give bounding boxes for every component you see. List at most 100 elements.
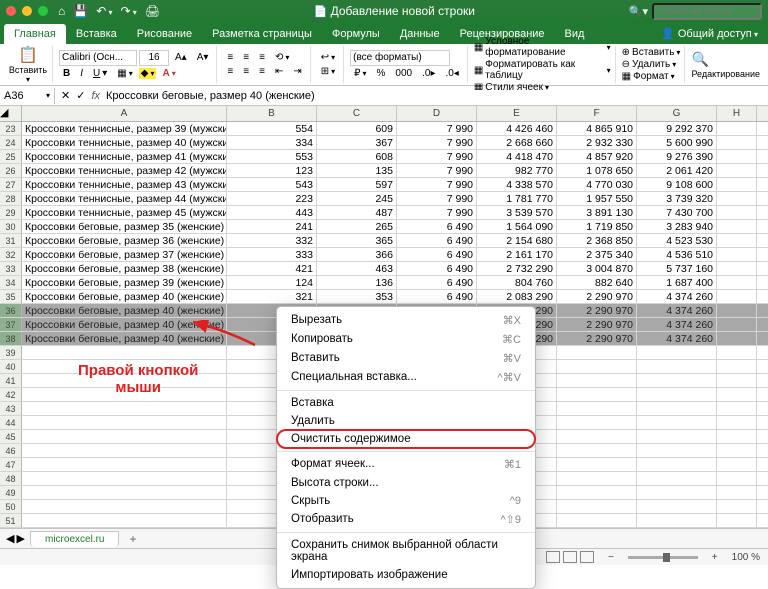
cell[interactable]: 353	[317, 290, 397, 303]
cell[interactable]: 7 990	[397, 192, 477, 205]
cell[interactable]	[637, 500, 717, 513]
cell[interactable]: Кроссовки беговые, размер 40 (женские)	[22, 304, 227, 317]
tab-вставка[interactable]: Вставка	[66, 24, 127, 44]
cell[interactable]: Кроссовки теннисные, размер 42 (мужские)	[22, 164, 227, 177]
cell[interactable]	[717, 304, 757, 317]
cell[interactable]: 4 374 260	[637, 332, 717, 345]
cell[interactable]	[637, 486, 717, 499]
menu-item[interactable]: Вставить⌘V	[277, 349, 535, 368]
table-row[interactable]: 35 Кроссовки беговые, размер 40 (женские…	[0, 290, 768, 304]
row-header[interactable]: 24	[0, 136, 22, 149]
bold-button[interactable]: B	[59, 67, 74, 80]
fx-icon[interactable]: fx	[91, 90, 100, 102]
table-row[interactable]: 32 Кроссовки беговые, размер 37 (женские…	[0, 248, 768, 262]
table-row[interactable]: 28 Кроссовки теннисные, размер 44 (мужск…	[0, 192, 768, 206]
cell[interactable]	[637, 472, 717, 485]
merge-cells-icon[interactable]: ⊞	[317, 65, 339, 78]
cell[interactable]	[22, 444, 227, 457]
menu-item[interactable]: Высота строки...	[277, 474, 535, 492]
cell[interactable]: 1 687 400	[637, 276, 717, 289]
menu-item[interactable]: Импортировать изображение	[277, 566, 535, 584]
cell[interactable]: 2 290 970	[557, 304, 637, 317]
cell[interactable]: 321	[227, 290, 317, 303]
confirm-icon[interactable]: ✓	[76, 89, 85, 102]
decrease-decimal-icon[interactable]: .0◂	[441, 67, 462, 80]
row-header[interactable]: 33	[0, 262, 22, 275]
cell[interactable]: 245	[317, 192, 397, 205]
zoom-in-icon[interactable]: +	[712, 552, 718, 563]
cell[interactable]: 4 857 920	[557, 150, 637, 163]
decrease-font-icon[interactable]: A▾	[193, 51, 213, 64]
cell[interactable]: 2 368 850	[557, 234, 637, 247]
cell[interactable]	[557, 346, 637, 359]
cell[interactable]: 4 536 510	[637, 248, 717, 261]
table-row[interactable]: 26 Кроссовки теннисные, размер 42 (мужск…	[0, 164, 768, 178]
cell[interactable]: 5 737 160	[637, 262, 717, 275]
cell[interactable]: 597	[317, 178, 397, 191]
cell[interactable]: 135	[317, 164, 397, 177]
cell[interactable]: 367	[317, 136, 397, 149]
cell[interactable]: 332	[227, 234, 317, 247]
cell[interactable]: 2 290 970	[557, 290, 637, 303]
cell[interactable]: 1 719 850	[557, 220, 637, 233]
table-row[interactable]: 34 Кроссовки беговые, размер 39 (женские…	[0, 276, 768, 290]
cell[interactable]: 241	[227, 220, 317, 233]
cell[interactable]: 6 490	[397, 262, 477, 275]
cell[interactable]	[637, 360, 717, 373]
cell[interactable]	[557, 458, 637, 471]
col-header-D[interactable]: D	[397, 106, 477, 121]
cell[interactable]: 3 283 940	[637, 220, 717, 233]
menu-item[interactable]: Отобразить^⇧9	[277, 510, 535, 529]
cell[interactable]	[717, 430, 757, 443]
percent-icon[interactable]: %	[373, 67, 390, 80]
cell[interactable]	[717, 500, 757, 513]
cell[interactable]: 9 276 390	[637, 150, 717, 163]
cell[interactable]	[557, 486, 637, 499]
col-header-E[interactable]: E	[477, 106, 557, 121]
cell[interactable]: 6 490	[397, 248, 477, 261]
row-header[interactable]: 31	[0, 234, 22, 247]
cell[interactable]	[637, 458, 717, 471]
align-top-icon[interactable]: ≡	[223, 51, 237, 64]
cell[interactable]	[22, 472, 227, 485]
sheet-nav-prev-icon[interactable]: ◀	[6, 532, 14, 545]
cell[interactable]	[22, 458, 227, 471]
wrap-text-icon[interactable]: ↩	[317, 51, 339, 64]
cell[interactable]	[717, 150, 757, 163]
conditional-formatting-button[interactable]: ▦ Условное форматирование	[474, 36, 611, 58]
cell[interactable]	[717, 136, 757, 149]
cell[interactable]: 265	[317, 220, 397, 233]
delete-cells-button[interactable]: ⊖ Удалить	[622, 59, 681, 70]
cell[interactable]: 421	[227, 262, 317, 275]
cell[interactable]: 7 990	[397, 164, 477, 177]
cell[interactable]	[717, 164, 757, 177]
format-cells-button[interactable]: ▦ Формат	[622, 71, 681, 82]
cell[interactable]: 136	[317, 276, 397, 289]
print-icon[interactable]: 🖨	[145, 4, 160, 18]
cell[interactable]: 543	[227, 178, 317, 191]
row-header[interactable]: 45	[0, 430, 22, 443]
indent-inc-icon[interactable]: ⇥	[289, 65, 305, 78]
cell[interactable]: 3 739 320	[637, 192, 717, 205]
cell[interactable]: Кроссовки беговые, размер 35 (женские)	[22, 220, 227, 233]
cell[interactable]	[637, 374, 717, 387]
menu-item[interactable]: Формат ячеек...⌘1	[277, 455, 535, 474]
cell[interactable]	[717, 220, 757, 233]
cell[interactable]: 7 430 700	[637, 206, 717, 219]
cell[interactable]: 366	[317, 248, 397, 261]
cell[interactable]	[637, 402, 717, 415]
cell[interactable]	[717, 486, 757, 499]
cell[interactable]: 2 154 680	[477, 234, 557, 247]
cell[interactable]: 7 990	[397, 122, 477, 135]
table-row[interactable]: 31 Кроссовки беговые, размер 36 (женские…	[0, 234, 768, 248]
row-header[interactable]: 29	[0, 206, 22, 219]
cell[interactable]: 9 108 600	[637, 178, 717, 191]
name-box[interactable]: A36▾	[0, 88, 55, 104]
table-row[interactable]: 30 Кроссовки беговые, размер 35 (женские…	[0, 220, 768, 234]
cell[interactable]	[717, 248, 757, 261]
cell[interactable]: 3 004 870	[557, 262, 637, 275]
cell[interactable]	[717, 346, 757, 359]
cell[interactable]	[22, 402, 227, 415]
row-header[interactable]: 50	[0, 500, 22, 513]
zoom-slider[interactable]	[628, 556, 698, 559]
